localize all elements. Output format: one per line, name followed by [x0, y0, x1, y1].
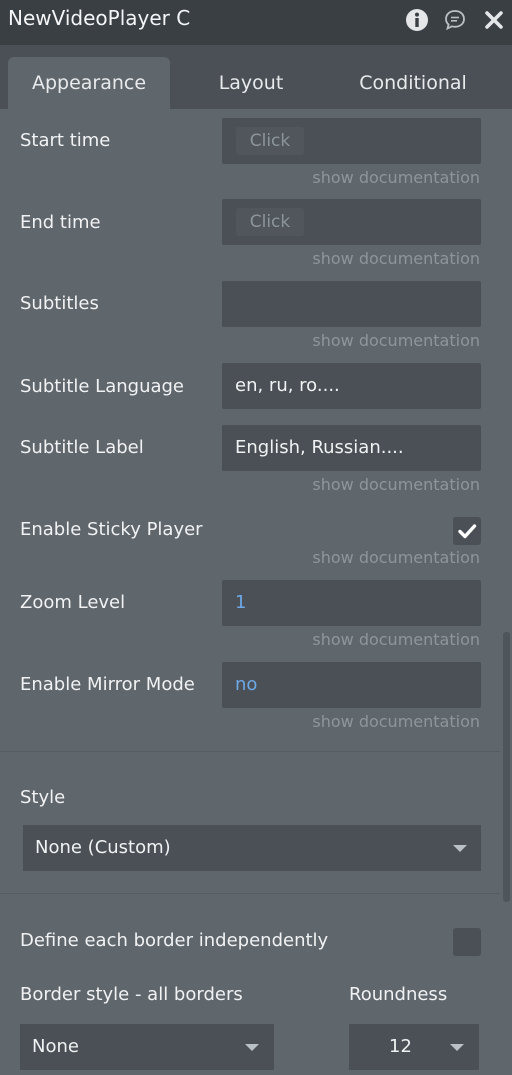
tab-bar: Appearance Layout Conditional: [0, 45, 512, 109]
mirror-mode-input[interactable]: no: [222, 662, 481, 708]
mirror-mode-doc-link[interactable]: show documentation: [312, 712, 480, 731]
end-time-doc-link[interactable]: show documentation: [312, 249, 480, 268]
roundness-value: 12: [389, 1036, 412, 1057]
close-icon[interactable]: [481, 7, 507, 33]
info-icon[interactable]: [404, 7, 430, 33]
subtitles-doc-link[interactable]: show documentation: [312, 331, 480, 350]
border-independent-label: Define each border independently: [20, 930, 329, 951]
mirror-mode-label: Enable Mirror Mode: [20, 674, 195, 695]
subtitle-language-input[interactable]: en, ru, ro....: [222, 363, 481, 409]
subtitle-label-doc-link[interactable]: show documentation: [312, 475, 480, 494]
border-style-label: Border style - all borders: [20, 984, 243, 1005]
section-divider: [0, 893, 500, 894]
end-time-click-button[interactable]: Click: [236, 208, 304, 236]
subtitles-field[interactable]: [222, 281, 481, 327]
window-title: NewVideoPlayer C: [8, 6, 191, 30]
subtitles-label: Subtitles: [20, 293, 99, 314]
chat-icon[interactable]: [442, 7, 468, 33]
checkmark-icon: [458, 524, 477, 539]
start-time-click-button[interactable]: Click: [236, 127, 304, 155]
tab-layout[interactable]: Layout: [170, 57, 332, 109]
zoom-level-label: Zoom Level: [20, 592, 126, 613]
border-independent-checkbox[interactable]: [453, 928, 481, 956]
title-bar: NewVideoPlayer C: [0, 0, 512, 45]
start-time-label: Start time: [20, 130, 111, 151]
chevron-down-icon: [453, 845, 467, 852]
sticky-player-doc-link[interactable]: show documentation: [312, 548, 480, 567]
style-dropdown[interactable]: None (Custom): [23, 825, 481, 871]
section-divider: [0, 751, 500, 752]
subtitle-label-input[interactable]: English, Russian....: [222, 425, 481, 471]
border-style-value: None: [32, 1036, 79, 1057]
style-label: Style: [20, 787, 66, 808]
chevron-down-icon: [245, 1044, 259, 1051]
sticky-player-checkbox[interactable]: [453, 517, 481, 545]
zoom-level-doc-link[interactable]: show documentation: [312, 630, 480, 649]
scrollbar[interactable]: [503, 632, 510, 902]
roundness-dropdown[interactable]: 12: [349, 1024, 479, 1070]
tab-conditional[interactable]: Conditional: [332, 57, 494, 109]
start-time-doc-link[interactable]: show documentation: [312, 168, 480, 187]
subtitle-language-label: Subtitle Language: [20, 376, 185, 397]
chevron-down-icon: [450, 1044, 464, 1051]
tab-appearance[interactable]: Appearance: [8, 57, 170, 109]
style-dropdown-value: None (Custom): [35, 837, 171, 858]
sticky-player-label: Enable Sticky Player: [20, 519, 203, 540]
zoom-level-input[interactable]: 1: [222, 580, 481, 626]
roundness-label: Roundness: [349, 984, 448, 1005]
end-time-label: End time: [20, 212, 101, 233]
subtitle-label-label: Subtitle Label: [20, 437, 144, 458]
border-style-dropdown[interactable]: None: [20, 1024, 274, 1070]
